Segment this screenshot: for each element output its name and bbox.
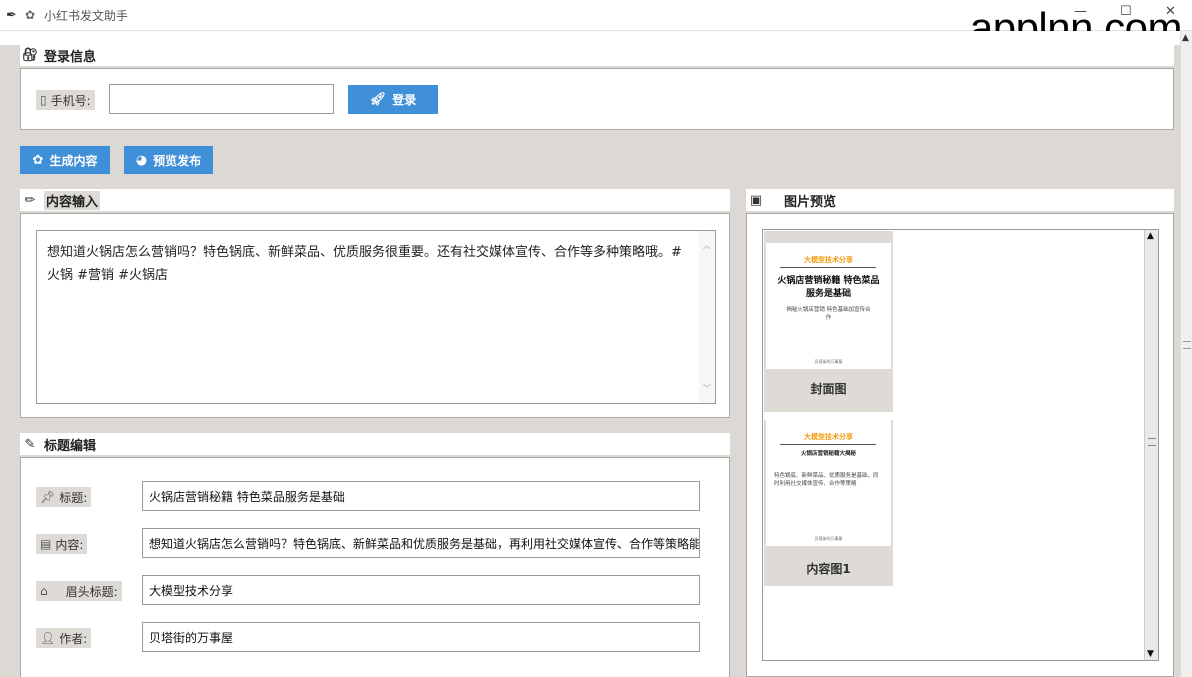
preview-scrollbar[interactable]: ▲ ▼: [1144, 230, 1158, 660]
preview-publish-button[interactable]: ◕ 预览发布: [124, 146, 213, 174]
title-edit-header: ✎ 标题编辑: [20, 433, 730, 455]
preview-canvas[interactable]: 大模型技术分享 火锅店营销秘籍 特色菜品服务是基础 揭秘火锅店营销 特色基础加宣…: [762, 229, 1159, 661]
top-strip: [0, 31, 1180, 45]
cover-headline: 火锅店营销秘籍 特色菜品服务是基础: [777, 276, 880, 299]
image-preview-title: 图片预览: [784, 194, 837, 210]
window-title: 小红书发文助手: [44, 9, 129, 23]
generate-button-label: 生成内容: [49, 153, 98, 168]
title-label: 📌︎ 标题:: [36, 487, 92, 507]
author-label-text: 作者:: [59, 631, 88, 646]
content-input-header: ✏ 内容输入: [20, 189, 730, 211]
window-scrollbar[interactable]: ▲: [1180, 31, 1192, 677]
content-label: ▤ 内容:: [36, 534, 88, 554]
login-frame: ▯ 手机号: 🚀︎ 登录: [20, 68, 1174, 130]
app-logo-icon: ✿: [25, 8, 36, 22]
title-edit-frame: 📌︎ 标题: 火锅店营销秘籍 特色菜品服务是基础 ▤ 内容: 想知道火锅店怎么营…: [20, 457, 730, 677]
document-icon: ▤: [40, 537, 52, 551]
sparkle-icon: ✿: [32, 152, 44, 168]
login-button-label: 登录: [392, 93, 417, 107]
tag-icon: ⌂: [40, 584, 48, 598]
content-image: 大模型技术分享 火锅店营销秘籍大揭秘 特色锅底、新鲜菜品、优质服务是基础，同时利…: [766, 420, 891, 546]
header-title-label-text: 眉头标题:: [65, 584, 118, 599]
login-section-title: 登录信息: [44, 49, 97, 65]
cover-header: 大模型技术分享: [804, 256, 853, 264]
generate-content-button[interactable]: ✿ 生成内容: [20, 146, 110, 174]
title-label-text: 标题:: [59, 490, 88, 505]
cover-image-card[interactable]: 大模型技术分享 火锅店营销秘籍 特色菜品服务是基础 揭秘火锅店营销 特色基础加宣…: [764, 231, 893, 412]
phone-icon: ▯: [40, 93, 47, 107]
rocket-icon: 🚀︎: [369, 92, 387, 107]
cover-footer: 贝塔街的万事屋: [814, 359, 843, 364]
phone-input[interactable]: [109, 84, 334, 114]
scroll-up-icon[interactable]: ▲: [1182, 33, 1189, 43]
content-img-caption: 内容图1: [806, 562, 851, 576]
feather-icon: ✒: [6, 8, 17, 23]
image-preview-frame: 大模型技术分享 火锅店营销秘籍 特色菜品服务是基础 揭秘火锅店营销 特色基础加宣…: [746, 213, 1174, 677]
login-button[interactable]: 🚀︎ 登录: [348, 85, 438, 114]
author-input[interactable]: 贝塔街的万事屋: [142, 622, 700, 652]
cover-subtitle: 揭秘火锅店营销 特色基础加宣传合作: [786, 307, 871, 321]
content-input-title: 内容输入: [44, 190, 101, 210]
globe-icon: ◕: [135, 152, 148, 168]
content-img-footer: 贝塔街的万事屋: [814, 536, 843, 541]
author-label: 👤︎ 作者:: [36, 628, 92, 648]
user-icon: 👤︎: [40, 631, 56, 645]
title-input[interactable]: 火锅店营销秘籍 特色菜品服务是基础: [142, 481, 700, 511]
content-img-rule: [780, 444, 876, 445]
phone-label: ▯ 手机号:: [36, 90, 95, 110]
content-textarea[interactable]: 想知道火锅店怎么营销吗？特色锅底、新鲜菜品、优质服务很重要。还有社交媒体宣传、合…: [36, 230, 716, 404]
content-img-header: 大模型技术分享: [804, 433, 853, 441]
content-input[interactable]: 想知道火锅店怎么营销吗？特色锅底、新鲜菜品和优质服务是基础，再利用社交媒体宣传、…: [142, 528, 700, 558]
content-label-text: 内容:: [55, 537, 84, 552]
cover-image: 大模型技术分享 火锅店营销秘籍 特色菜品服务是基础 揭秘火锅店营销 特色基础加宣…: [766, 243, 891, 369]
title-edit-title: 标题编辑: [44, 438, 97, 454]
cover-caption: 封面图: [810, 382, 847, 396]
content-img-headline: 火锅店营销秘籍大揭秘: [800, 451, 856, 457]
scroll-grip[interactable]: [1183, 341, 1191, 349]
chevron-down-icon[interactable]: ﹀: [703, 377, 711, 400]
content-input-frame: 想知道火锅店怎么营销吗？特色锅底、新鲜菜品、优质服务很重要。还有社交媒体宣传、合…: [20, 213, 730, 418]
scroll-up-arrow-icon[interactable]: ▲: [1147, 231, 1154, 241]
chevron-up-icon[interactable]: ︿: [703, 234, 711, 257]
content-text: 想知道火锅店怎么营销吗？特色锅底、新鲜菜品、优质服务很重要。还有社交媒体宣传、合…: [47, 245, 682, 283]
title-bar: ✒ ✿ 小红书发文助手 — ☐ ✕ applnn.com: [0, 0, 1192, 51]
cover-rule: [780, 267, 876, 268]
login-icon: 🔐︎: [22, 47, 39, 63]
image-icon: ▣: [749, 192, 763, 208]
scroll-down-arrow-icon[interactable]: ▼: [1147, 649, 1154, 659]
edit-icon: ✎: [24, 436, 36, 452]
textarea-scrollbar[interactable]: ︿ ﹀: [699, 231, 715, 403]
pencil-icon: ✏: [24, 192, 36, 208]
image-preview-header: ▣ 图片预览: [746, 189, 1174, 211]
phone-label-text: 手机号:: [50, 93, 91, 108]
pin-icon: 📌︎: [40, 490, 56, 504]
header-title-input[interactable]: 大模型技术分享: [142, 575, 700, 605]
content-image-card[interactable]: 大模型技术分享 火锅店营销秘籍大揭秘 特色锅底、新鲜菜品、优质服务是基础，同时利…: [764, 420, 893, 586]
preview-button-label: 预览发布: [153, 153, 202, 168]
header-title-label: ⌂ 眉头标题:: [36, 581, 122, 601]
preview-scroll-grip[interactable]: [1148, 438, 1156, 446]
login-section-header: 🔐︎ 登录信息: [20, 44, 1174, 66]
content-img-body: 特色锅底、新鲜菜品、优质服务是基础，同时利用社交媒体宣传、合作等策略: [774, 473, 879, 487]
